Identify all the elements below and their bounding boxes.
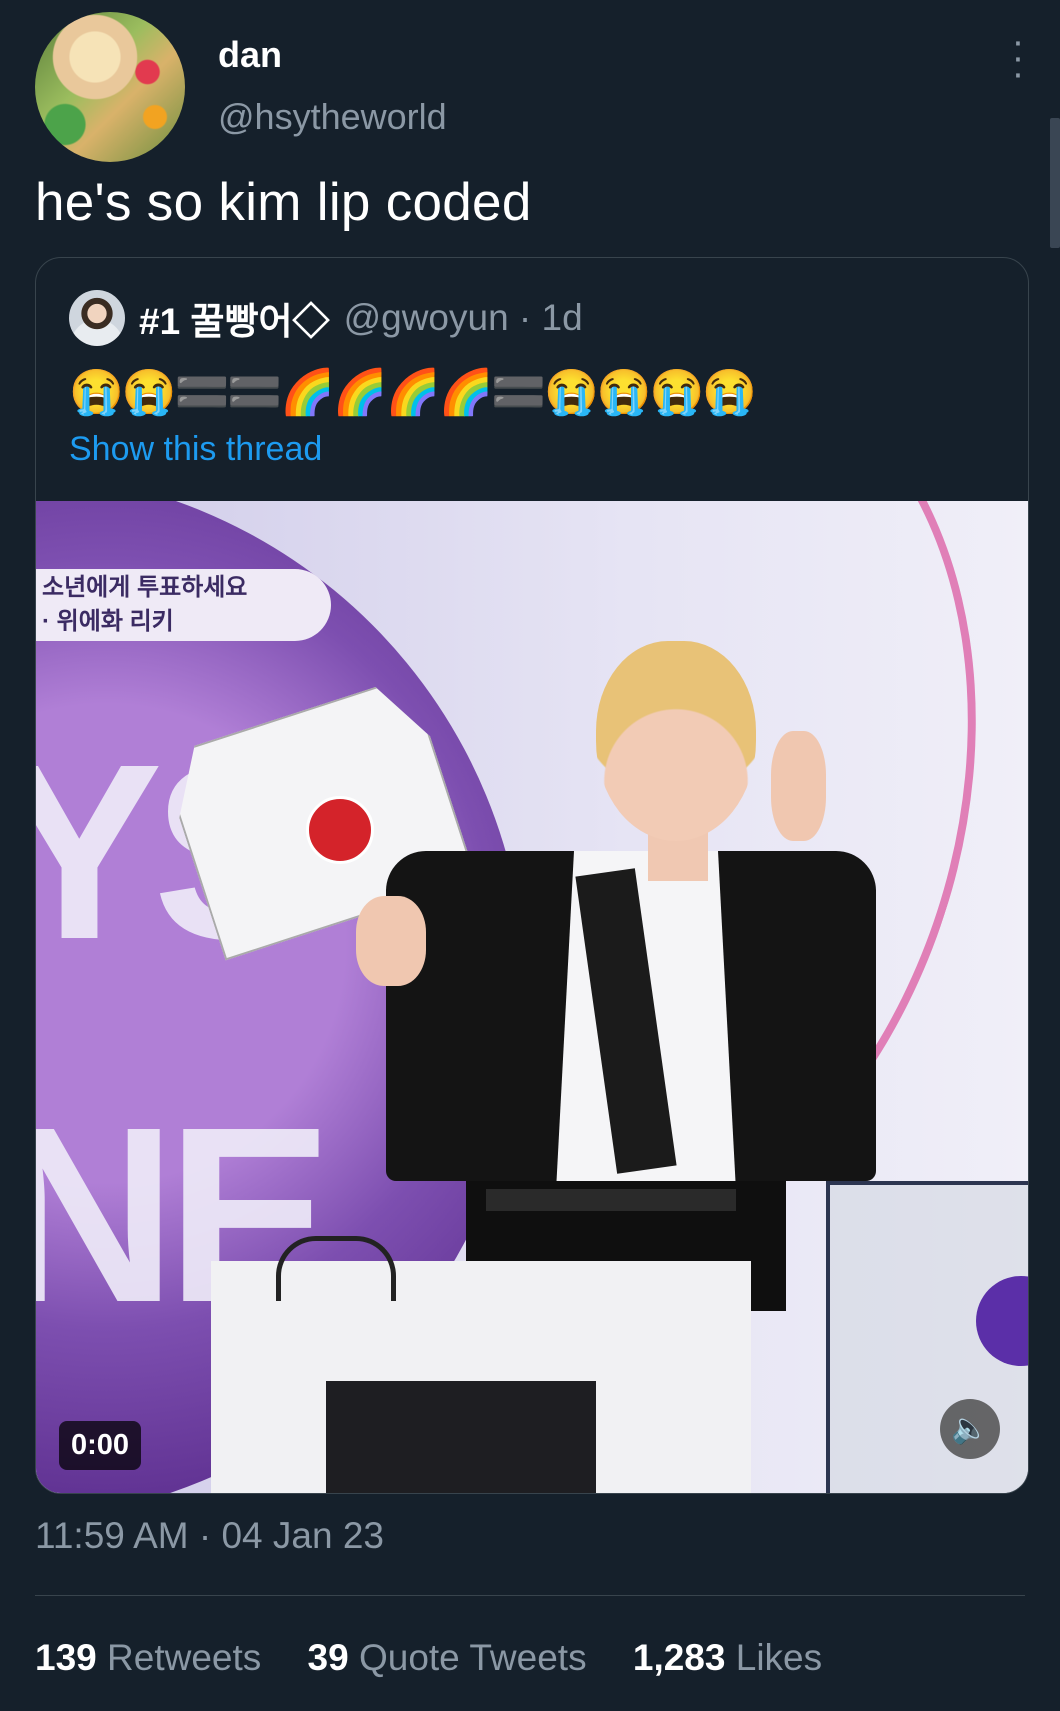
quoted-tweet-header: #1 꿀빵어◇ @gwoyun · 1d xyxy=(69,290,1008,346)
video-duration: 0:00 xyxy=(59,1421,142,1470)
vote-banner: 소년에게 투표하세요 · 위에화 리키 xyxy=(36,569,331,641)
author-name[interactable]: dan xyxy=(218,34,282,76)
engagement-stats: 139 Retweets 39 Quote Tweets 1,283 Likes xyxy=(35,1637,858,1679)
mute-speaker-icon[interactable]: 🔈 xyxy=(940,1399,1000,1459)
more-options-icon[interactable]: · · · xyxy=(1006,23,1030,93)
video-player[interactable]: YS NE 소년에게 투표하세요 · 위에화 리키 0:00 🔈 xyxy=(36,501,1028,1493)
bag-handle xyxy=(276,1236,396,1301)
quote-tweets-count: 39 xyxy=(307,1637,349,1678)
scrollbar[interactable] xyxy=(1050,118,1060,248)
likes-count: 1,283 xyxy=(632,1637,726,1678)
banner-line-1: 소년에게 투표하세요 xyxy=(42,574,248,601)
tweet-text: he's so kim lip coded xyxy=(35,173,532,232)
tweet-timestamp[interactable]: 11:59 AM · 04 Jan 23 xyxy=(35,1515,384,1557)
tweet-header: dan @hsytheworld · · · xyxy=(35,12,1030,162)
black-box xyxy=(326,1381,596,1493)
quoted-tweet-text: 😭😭🟰🟰🌈🌈🌈🌈🟰😭😭😭😭 xyxy=(69,368,757,417)
person-left-hand xyxy=(356,896,426,986)
retweets-label: Retweets xyxy=(107,1637,262,1678)
person-head xyxy=(596,641,756,841)
quote-tweets-label: Quote Tweets xyxy=(358,1637,587,1678)
quoted-tweet[interactable]: #1 꿀빵어◇ @gwoyun · 1d 😭😭🟰🟰🌈🌈🌈🌈🟰😭😭😭😭 Show … xyxy=(35,257,1029,1494)
retweets-stat[interactable]: 139 Retweets xyxy=(35,1637,261,1678)
show-thread-link[interactable]: Show this thread xyxy=(69,430,322,469)
quoted-author-name: #1 꿀빵어◇ xyxy=(139,301,330,342)
quoted-author-handle: @gwoyun · 1d xyxy=(343,297,583,338)
likes-label: Likes xyxy=(735,1637,823,1678)
quoted-author-avatar xyxy=(69,290,125,346)
person-right-hand xyxy=(771,731,826,841)
divider xyxy=(35,1595,1025,1596)
author-handle[interactable]: @hsytheworld xyxy=(218,96,447,138)
likes-stat[interactable]: 1,283 Likes xyxy=(633,1637,822,1678)
author-avatar[interactable] xyxy=(35,12,185,162)
quote-tweets-stat[interactable]: 39 Quote Tweets xyxy=(308,1637,587,1678)
box-logo xyxy=(306,796,374,864)
retweets-count: 139 xyxy=(35,1637,97,1678)
banner-line-2: · 위에화 리키 xyxy=(42,608,174,635)
person-belt xyxy=(486,1189,736,1211)
